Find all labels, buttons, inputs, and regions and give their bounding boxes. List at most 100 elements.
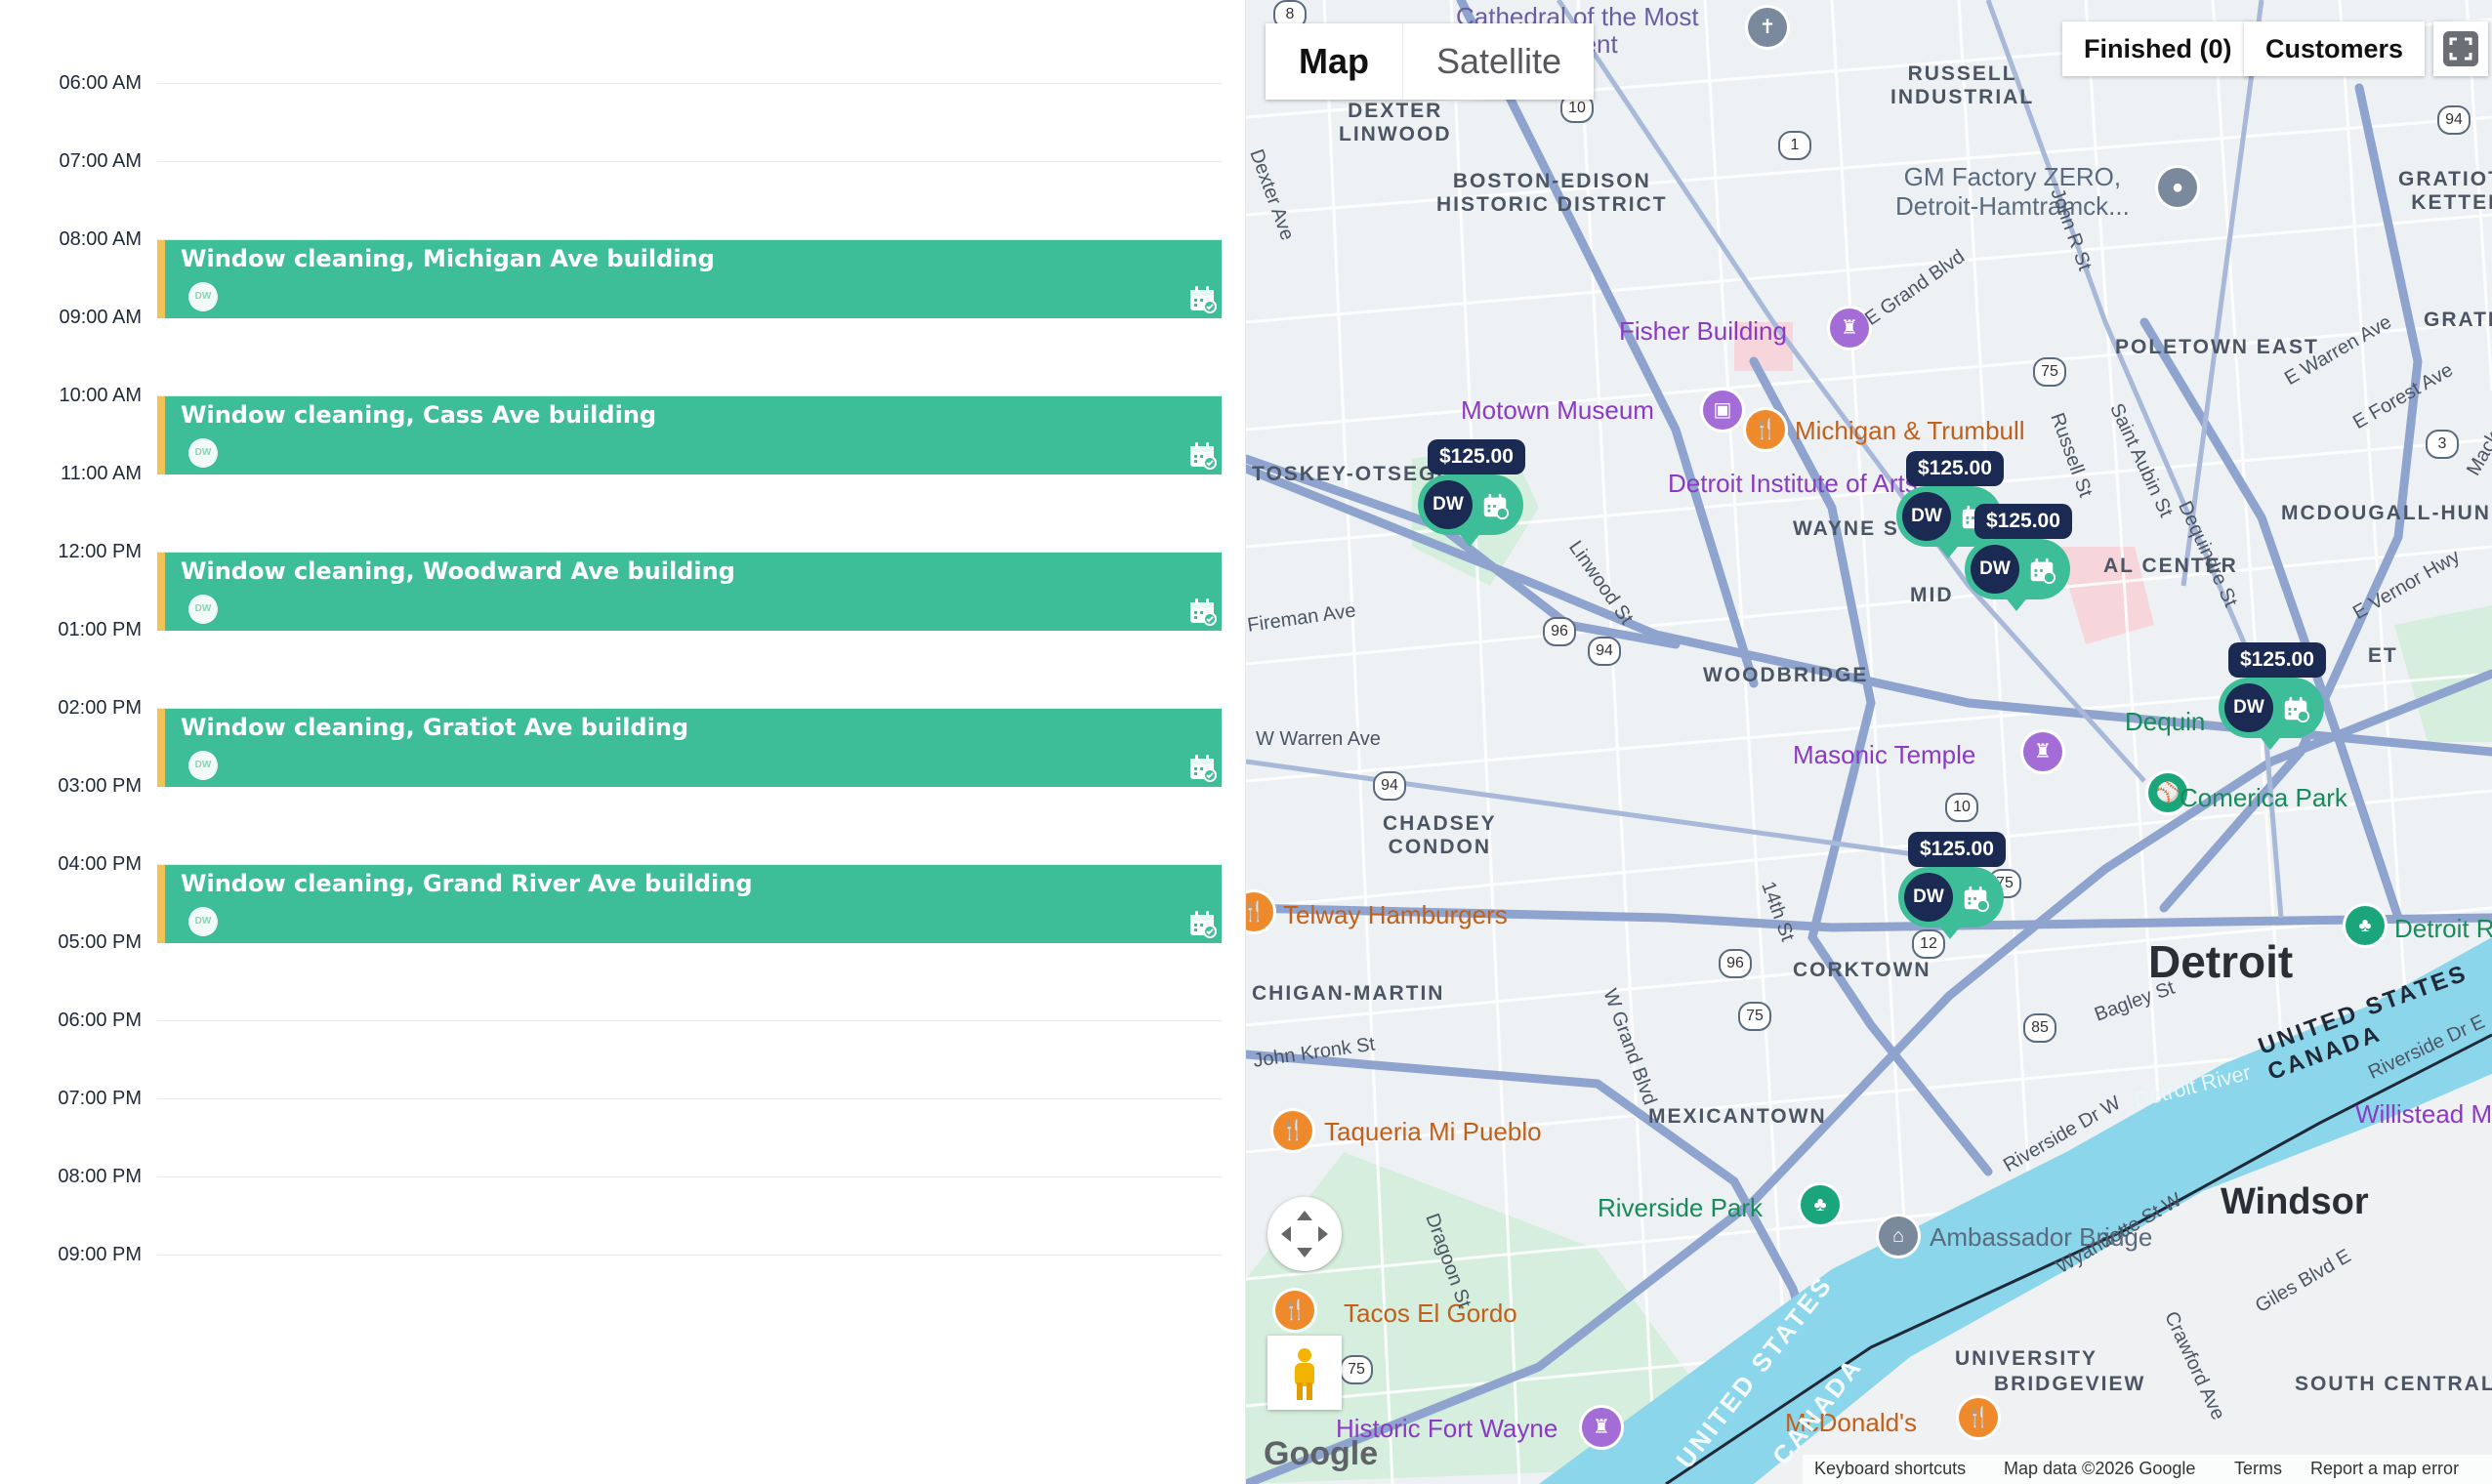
- fullscreen-button[interactable]: [2433, 21, 2488, 76]
- restaurant-icon[interactable]: 🍴: [1959, 1398, 1998, 1437]
- event-title: Window cleaning, Cass Ave building: [181, 401, 657, 429]
- job-pin-price: $125.00: [1906, 451, 2004, 486]
- calendar-check-icon: [1964, 886, 1990, 913]
- label-gratiot-town: GRATIOT TO KETTERIN: [2398, 168, 2492, 214]
- finished-button[interactable]: Finished (0): [2062, 21, 2254, 76]
- job-pin-avatar: DW: [2224, 683, 2273, 732]
- job-pin-price: $125.00: [1908, 832, 2006, 867]
- job-pin-tail: [2004, 596, 2029, 611]
- label-detroit-riverwalk[interactable]: Detroit Ri: [2394, 914, 2492, 944]
- job-pin[interactable]: $125.00 DW: [1965, 504, 2076, 613]
- route-shield: 75: [1340, 1355, 1373, 1384]
- map-type-map-button[interactable]: Map: [1266, 23, 1402, 100]
- label-comerica-park[interactable]: Comerica Park: [2180, 783, 2347, 813]
- calendar-event[interactable]: Window cleaning, Grand River Ave buildin…: [157, 865, 1222, 943]
- job-pin-avatar: DW: [1424, 480, 1473, 529]
- cross-icon[interactable]: ✝: [1748, 8, 1787, 47]
- event-assignee-avatar: DW: [188, 595, 218, 624]
- time-slot-label: 07:00 AM: [59, 150, 142, 172]
- time-slot-line: [157, 1098, 1222, 1099]
- restaurant-icon[interactable]: 🍴: [1273, 1111, 1312, 1150]
- label-boston-edison: BOSTON-EDISON HISTORIC DISTRICT: [1436, 170, 1668, 216]
- route-shield: 94: [1373, 771, 1406, 801]
- map-panel[interactable]: Cathedral of the Most Sacrament ✝ RUSSEL…: [1246, 0, 2492, 1484]
- calendar-event[interactable]: Window cleaning, Woodward Ave building DW: [157, 553, 1222, 631]
- calendar-event[interactable]: Window cleaning, Gratiot Ave building DW: [157, 709, 1222, 787]
- label-woodbridge: WOODBRIDGE: [1703, 664, 1869, 686]
- calendar-event[interactable]: Window cleaning, Michigan Ave building DW: [157, 240, 1222, 318]
- label-gm-factory[interactable]: GM Factory ZERO, Detroit-Hamtramck...: [1895, 162, 2130, 221]
- map-type-control: Map Satellite: [1266, 23, 1594, 100]
- street-view-button[interactable]: [1267, 1336, 1342, 1410]
- street-label: W Warren Ave: [1256, 728, 1381, 750]
- park-icon[interactable]: ♣: [2346, 906, 2385, 945]
- route-shield: 94: [2437, 105, 2471, 135]
- time-slot-line: [157, 1255, 1222, 1256]
- calendar-event[interactable]: Window cleaning, Cass Ave building DW: [157, 396, 1222, 474]
- pegman-icon: [1295, 1348, 1314, 1400]
- time-slot-line: [157, 161, 1222, 162]
- keyboard-shortcuts-link[interactable]: Keyboard shortcuts: [1814, 1459, 1966, 1479]
- calendar-check-icon: [1190, 286, 1217, 313]
- time-slot-label: 08:00 PM: [58, 1166, 142, 1187]
- job-pin-tail: [2258, 734, 2283, 750]
- terms-link[interactable]: Terms: [2234, 1459, 2282, 1479]
- map-data-credit: Map data ©2026 Google: [2004, 1459, 2196, 1478]
- label-michigan-trumbull[interactable]: Michigan & Trumbull: [1795, 416, 2025, 446]
- label-tacos-el-gordo[interactable]: Tacos El Gordo: [1344, 1298, 1517, 1329]
- job-pin-price: $125.00: [1974, 504, 2072, 539]
- time-slot-line: [157, 1020, 1222, 1021]
- calendar-check-icon: [1190, 598, 1217, 626]
- route-shield: 75: [1738, 1002, 1771, 1031]
- job-pin-tail: [1457, 531, 1482, 547]
- label-russell-industrial: RUSSELL INDUSTRIAL: [1890, 62, 2035, 108]
- schedule-panel: 06:00 AM 07:00 AM 08:00 AM 09:00 AM 10:00 AM…: [0, 0, 1246, 1484]
- label-riverside-park[interactable]: Riverside Park: [1598, 1193, 1763, 1223]
- label-motown-museum[interactable]: Motown Museum: [1461, 395, 1654, 426]
- route-shield: 3: [2426, 430, 2459, 459]
- job-pin[interactable]: $125.00 DW: [1418, 439, 1529, 549]
- report-map-error-link[interactable]: Report a map error: [2310, 1459, 2459, 1479]
- time-slot-label: 09:00 PM: [58, 1244, 142, 1265]
- masonic-temple-icon[interactable]: ♜: [2023, 732, 2062, 771]
- event-assignee-avatar: DW: [188, 907, 218, 936]
- calendar-check-icon: [2284, 696, 2310, 723]
- customers-button[interactable]: Customers: [2244, 21, 2426, 76]
- fort-wayne-icon[interactable]: ♜: [1582, 1408, 1621, 1447]
- time-slot-line: [157, 1176, 1222, 1177]
- label-telway[interactable]: Telway Hamburgers: [1283, 900, 1508, 930]
- camera-control-button[interactable]: [1267, 1197, 1342, 1271]
- location-pin-icon[interactable]: ●: [2158, 168, 2197, 207]
- label-chigan-martin: CHIGAN-MARTIN: [1252, 982, 1445, 1005]
- calendar-check-icon: [2030, 557, 2056, 585]
- time-slot-label: 01:00 PM: [58, 619, 142, 640]
- label-midtown: MID: [1910, 584, 1954, 606]
- route-shield: 96: [1719, 949, 1752, 978]
- motown-museum-icon[interactable]: ▣: [1703, 391, 1742, 430]
- job-pin-avatar: DW: [1902, 492, 1951, 541]
- map-footer: Keyboard shortcuts Map data ©2026 Google…: [1803, 1455, 2492, 1484]
- label-south-central: SOUTH CENTRAL: [2295, 1373, 2492, 1395]
- job-pin-tail: [1937, 924, 1963, 939]
- label-dia[interactable]: Detroit Institute of Arts: [1668, 469, 1918, 499]
- label-university: UNIVERSITY: [1955, 1347, 2098, 1370]
- label-willistead[interactable]: Willistead M: [2355, 1099, 2492, 1130]
- label-fisher-building[interactable]: Fisher Building: [1619, 316, 1787, 347]
- pan-icon: [1281, 1211, 1328, 1257]
- job-pin[interactable]: $125.00 DW: [2219, 642, 2330, 752]
- restaurant-icon[interactable]: 🍴: [1275, 1291, 1314, 1330]
- restaurant-icon[interactable]: 🍴: [1746, 410, 1785, 449]
- label-taqueria[interactable]: Taqueria Mi Pueblo: [1324, 1117, 1542, 1147]
- bridge-icon[interactable]: ⌂: [1879, 1216, 1918, 1256]
- time-slot-label: 11:00 AM: [60, 463, 142, 484]
- event-title: Window cleaning, Grand River Ave buildin…: [181, 870, 753, 897]
- job-pin-body: DW: [1965, 539, 2070, 599]
- label-masonic-temple[interactable]: Masonic Temple: [1793, 740, 1975, 770]
- label-dexter-linwood: DEXTER LINWOOD: [1339, 100, 1452, 145]
- time-slot-label: 10:00 AM: [59, 385, 142, 406]
- map-type-satellite-button[interactable]: Satellite: [1402, 23, 1595, 100]
- time-slot-label: 03:00 PM: [58, 775, 142, 797]
- label-dequindre[interactable]: Dequin: [2125, 707, 2205, 737]
- job-pin[interactable]: $125.00 DW: [1898, 832, 2010, 941]
- park-icon[interactable]: ♣: [1801, 1185, 1840, 1224]
